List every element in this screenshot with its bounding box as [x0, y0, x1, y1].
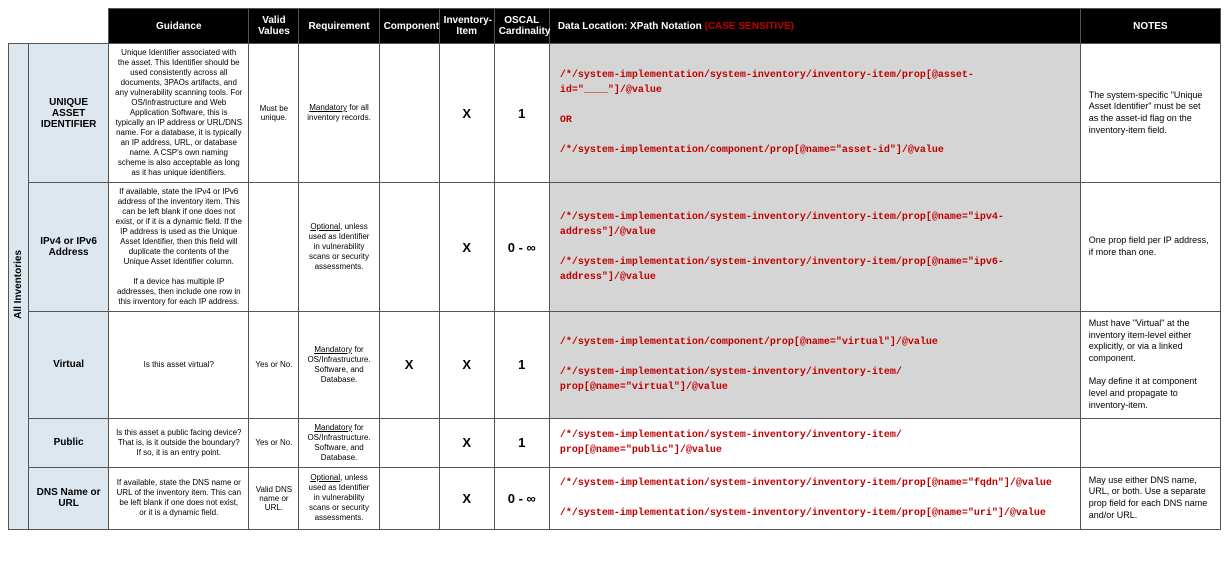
xpath-cell: /*/system-implementation/system-inventor… [549, 467, 1080, 529]
inventory-item-cell: X [439, 44, 494, 183]
cardinality-cell: 1 [494, 418, 549, 467]
inventory-item-cell: X [439, 467, 494, 529]
col-valid-values: Valid Values [249, 9, 299, 44]
side-label: All Inventories [9, 44, 29, 530]
col-xpath: Data Location: XPath Notation (CASE SENS… [549, 9, 1080, 44]
table-row: IPv4 or IPv6 AddressIf available, state … [9, 183, 1221, 312]
guidance-cell: Is this asset a public facing device? Th… [109, 418, 249, 467]
cardinality-cell: 1 [494, 44, 549, 183]
cardinality-cell: 0 - ∞ [494, 467, 549, 529]
notes-cell: One prop field per IP address, if more t… [1080, 183, 1220, 312]
col-cardinality: OSCAL Cardinality [494, 9, 549, 44]
xpath-cell: /*/system-implementation/component/prop[… [549, 312, 1080, 419]
col-component: Component [379, 9, 439, 44]
notes-cell: Must have "Virtual" at the inventory ite… [1080, 312, 1220, 419]
table-row: PublicIs this asset a public facing devi… [9, 418, 1221, 467]
table-row: VirtualIs this asset virtual?Yes or No.M… [9, 312, 1221, 419]
col-inventory-item: Inventory-Item [439, 9, 494, 44]
header-row: Guidance Valid Values Requirement Compon… [9, 9, 1221, 44]
row-label: DNS Name or URL [29, 467, 109, 529]
row-label: Virtual [29, 312, 109, 419]
xpath-cell: /*/system-implementation/system-inventor… [549, 44, 1080, 183]
component-cell [379, 467, 439, 529]
notes-cell: The system-specific "Unique Asset Identi… [1080, 44, 1220, 183]
component-cell [379, 183, 439, 312]
guidance-cell: Unique Identifier associated with the as… [109, 44, 249, 183]
row-label: UNIQUE ASSET IDENTIFIER [29, 44, 109, 183]
cardinality-cell: 1 [494, 312, 549, 419]
row-label: Public [29, 418, 109, 467]
inventory-item-cell: X [439, 418, 494, 467]
col-requirement: Requirement [299, 9, 379, 44]
requirement-cell: Mandatory for all inventory records. [299, 44, 379, 183]
table-row: All InventoriesUNIQUE ASSET IDENTIFIERUn… [9, 44, 1221, 183]
component-cell: X [379, 312, 439, 419]
guidance-cell: Is this asset virtual? [109, 312, 249, 419]
requirement-cell: Optional, unless used as Identifier in v… [299, 183, 379, 312]
xpath-cell: /*/system-implementation/system-inventor… [549, 418, 1080, 467]
notes-cell [1080, 418, 1220, 467]
notes-cell: May use either DNS name, URL, or both. U… [1080, 467, 1220, 529]
valid-values-cell: Valid DNS name or URL. [249, 467, 299, 529]
cardinality-cell: 0 - ∞ [494, 183, 549, 312]
table-row: DNS Name or URLIf available, state the D… [9, 467, 1221, 529]
inventory-item-cell: X [439, 312, 494, 419]
component-cell [379, 418, 439, 467]
inventory-item-cell: X [439, 183, 494, 312]
valid-values-cell: Must be unique. [249, 44, 299, 183]
component-cell [379, 44, 439, 183]
valid-values-cell: Yes or No. [249, 418, 299, 467]
inventory-spec-table: Guidance Valid Values Requirement Compon… [8, 8, 1221, 530]
requirement-cell: Mandatory for OS/Infrastructure. Softwar… [299, 312, 379, 419]
valid-values-cell: Yes or No. [249, 312, 299, 419]
guidance-cell: If available, state the IPv4 or IPv6 add… [109, 183, 249, 312]
requirement-cell: Mandatory for OS/Infrastructure. Softwar… [299, 418, 379, 467]
col-notes: NOTES [1080, 9, 1220, 44]
col-guidance: Guidance [109, 9, 249, 44]
row-label: IPv4 or IPv6 Address [29, 183, 109, 312]
valid-values-cell [249, 183, 299, 312]
xpath-cell: /*/system-implementation/system-inventor… [549, 183, 1080, 312]
requirement-cell: Optional, unless used as Identifier in v… [299, 467, 379, 529]
guidance-cell: If available, state the DNS name or URL … [109, 467, 249, 529]
